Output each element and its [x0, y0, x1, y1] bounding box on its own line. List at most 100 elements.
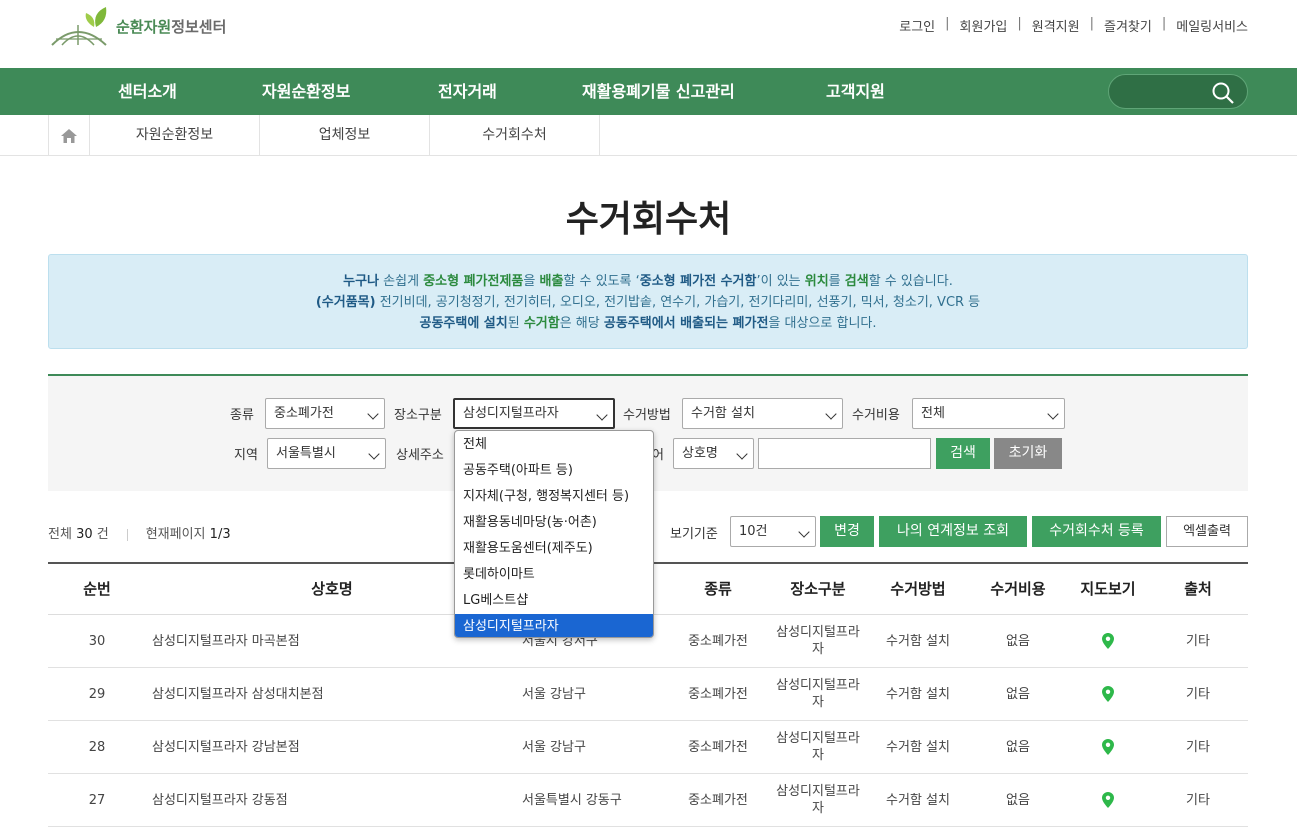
place-option[interactable]: LG베스트샵 — [455, 588, 653, 614]
keyword-input[interactable] — [758, 438, 931, 469]
cell-map[interactable] — [1068, 721, 1148, 773]
map-pin-icon[interactable] — [1102, 686, 1114, 702]
col-method: 수거방법 — [890, 580, 946, 598]
util-divider: | — [1089, 16, 1094, 31]
view-count-label: 보기기준 — [670, 527, 718, 542]
cell-source: 기타 — [1186, 792, 1210, 808]
view-count-select[interactable]: 10건 — [730, 516, 816, 547]
mailing-service-link[interactable]: 메일링서비스 — [1176, 16, 1248, 35]
region-label: 지역 — [234, 448, 258, 463]
home-link[interactable] — [48, 115, 90, 156]
col-no: 순번 — [83, 580, 111, 598]
map-pin-icon[interactable] — [1102, 633, 1114, 649]
info-text: 위치 — [804, 274, 829, 289]
total-label: 전체 — [48, 527, 72, 542]
map-pin-icon[interactable] — [1102, 739, 1114, 755]
cell-place: 삼성디지털프라자 — [776, 784, 860, 816]
register-point-button[interactable]: 수거회수처 등록 — [1032, 516, 1161, 547]
search-icon[interactable] — [1211, 81, 1235, 105]
cell-method: 수거함 설치 — [886, 633, 950, 649]
place-option[interactable]: 롯데하이마트 — [455, 562, 653, 588]
nav-recycling-report[interactable]: 재활용폐기물 신고관리 — [582, 68, 735, 115]
place-select[interactable]: 삼성디지털프라자 — [453, 398, 615, 429]
place-option[interactable]: 재활용동네마당(농·어촌) — [455, 510, 653, 536]
cell-method: 수거함 설치 — [886, 792, 950, 808]
nav-e-trade[interactable]: 전자거래 — [438, 68, 497, 115]
cell-map[interactable] — [1068, 615, 1148, 667]
cell-name[interactable]: 삼성디지털프라자 강동점 — [152, 774, 512, 826]
nav-resource-info[interactable]: 자원순환정보 — [262, 68, 350, 115]
cell-cost: 없음 — [1006, 686, 1030, 702]
place-option[interactable]: 공동주택(아파트 등) — [455, 458, 653, 484]
search-button[interactable]: 검색 — [936, 438, 990, 469]
change-button[interactable]: 변경 — [820, 516, 874, 547]
info-text: 된 — [507, 316, 524, 331]
map-pin-icon[interactable] — [1102, 792, 1114, 808]
chevron-down-icon — [736, 448, 748, 460]
breadcrumb-collection-points[interactable]: 수거회수처 — [430, 115, 600, 156]
info-text: 검색 — [844, 274, 869, 289]
bookmark-link[interactable]: 즐겨찾기 — [1104, 16, 1152, 35]
result-summary: 전체 30 건 현재페이지 1/3 — [48, 523, 231, 542]
place-option[interactable]: 전체 — [455, 432, 653, 458]
cell-name[interactable]: 삼성디지털프라자 삼성대치본점 — [152, 668, 512, 720]
cell-map[interactable] — [1068, 774, 1148, 826]
signup-link[interactable]: 회원가입 — [960, 16, 1008, 35]
cost-label: 수거비용 — [852, 408, 900, 423]
region-select[interactable]: 서울특별시 — [267, 438, 386, 469]
cell-source: 기타 — [1186, 739, 1210, 755]
chevron-down-icon — [368, 448, 380, 460]
cell-no: 27 — [88, 792, 106, 808]
home-icon — [61, 128, 77, 143]
page-label: 현재페이지 — [145, 527, 206, 542]
nav-customer-support[interactable]: 고객지원 — [826, 68, 885, 115]
info-text: 중소형 폐가전제품 — [423, 274, 524, 289]
address-label: 상세주소 — [396, 448, 444, 463]
place-option-selected[interactable]: 삼성디지털프라자 — [455, 614, 653, 637]
place-select-value: 삼성디지털프라자 — [463, 406, 559, 421]
kind-select[interactable]: 중소폐가전 — [265, 398, 385, 429]
method-label: 수거방법 — [623, 408, 671, 423]
info-text: 중소형 폐가전 수거함 — [639, 274, 757, 289]
place-dropdown-list: 전체 공동주택(아파트 등) 지자체(구청, 행정복지센터 등) 재활용동네마당… — [454, 430, 654, 638]
my-link-info-button[interactable]: 나의 연계정보 조회 — [879, 516, 1027, 547]
info-text: 수거함 — [523, 316, 560, 331]
remote-support-link[interactable]: 원격지원 — [1032, 16, 1080, 35]
kind-select-value: 중소폐가전 — [274, 406, 334, 421]
cell-kind: 중소폐가전 — [688, 739, 748, 755]
info-text: 을 — [523, 274, 540, 289]
table-row[interactable]: 27 삼성디지털프라자 강동점 서울특별시 강동구 중소폐가전 삼성디지털프라자… — [48, 774, 1248, 827]
cost-select[interactable]: 전체 — [912, 398, 1065, 429]
method-select-value: 수거함 설치 — [691, 406, 755, 421]
place-option[interactable]: 재활용도움센터(제주도) — [455, 536, 653, 562]
nav-search-input[interactable] — [1108, 74, 1248, 109]
breadcrumb-resource-info[interactable]: 자원순환정보 — [90, 115, 260, 156]
info-text: 손쉽게 — [379, 274, 424, 289]
summary-divider — [126, 528, 128, 541]
page-title: 수거회수처 — [565, 199, 732, 240]
table-row[interactable]: 28 삼성디지털프라자 강남본점 서울 강남구 중소폐가전 삼성디지털프라자 수… — [48, 721, 1248, 774]
info-text: 은 해당 — [559, 316, 604, 331]
method-select[interactable]: 수거함 설치 — [682, 398, 843, 429]
table-row[interactable]: 29 삼성디지털프라자 삼성대치본점 서울 강남구 중소폐가전 삼성디지털프라자… — [48, 668, 1248, 721]
info-text: ’이 있는 — [756, 274, 805, 289]
place-option[interactable]: 지자체(구청, 행정복지센터 등) — [455, 484, 653, 510]
cell-map[interactable] — [1068, 668, 1148, 720]
col-place: 장소구분 — [790, 580, 846, 598]
page-indicator: 1/3 — [209, 527, 231, 542]
chevron-down-icon — [825, 408, 837, 420]
cell-kind: 중소폐가전 — [688, 792, 748, 808]
reset-button[interactable]: 초기화 — [994, 438, 1062, 469]
nav-center-intro[interactable]: 센터소개 — [118, 68, 177, 115]
breadcrumb-company-info[interactable]: 업체정보 — [260, 115, 430, 156]
site-logo[interactable]: 순환자원정보센터 — [48, 4, 226, 48]
login-link[interactable]: 로그인 — [899, 16, 935, 35]
excel-export-button[interactable]: 엑셀출력 — [1166, 516, 1248, 547]
cell-method: 수거함 설치 — [886, 739, 950, 755]
cell-place: 삼성디지털프라자 — [776, 625, 860, 657]
info-text: 공동주택에서 배출되는 폐가전 — [603, 316, 769, 331]
breadcrumb: 자원순환정보 업체정보 수거회수처 — [0, 115, 1297, 156]
brand-prefix: 순환자원 — [116, 17, 172, 36]
cell-name[interactable]: 삼성디지털프라자 강남본점 — [152, 721, 512, 773]
keyword-type-select[interactable]: 상호명 — [673, 438, 754, 469]
